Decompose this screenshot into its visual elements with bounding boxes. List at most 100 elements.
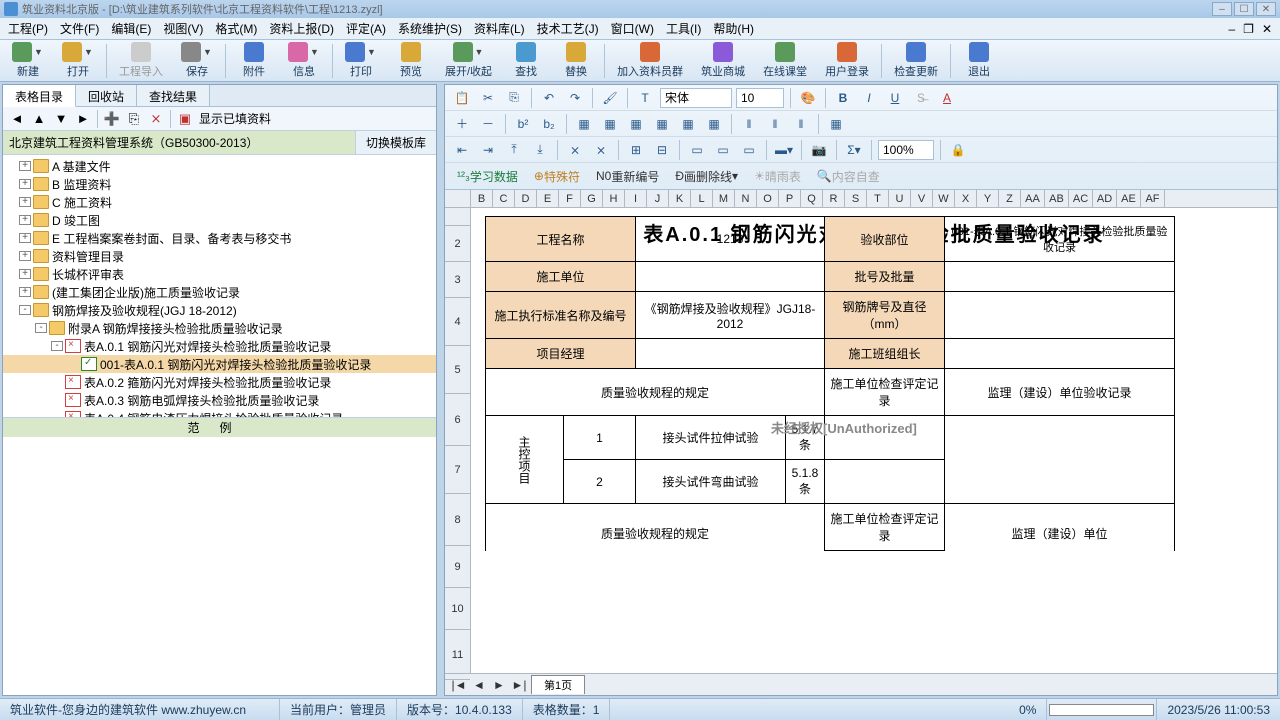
font-select[interactable]: 宋体 <box>660 88 732 108</box>
row-header[interactable]: 5 <box>445 346 470 394</box>
col-header[interactable]: AC <box>1069 190 1093 207</box>
col-header[interactable]: B <box>471 190 493 207</box>
nav-down-icon[interactable]: ▼ <box>53 111 69 127</box>
menu-edit[interactable]: 编辑(E) <box>111 20 151 37</box>
sheet-last-icon[interactable]: ►| <box>511 678 527 692</box>
renumber-button[interactable]: N0 重新编号 <box>590 166 665 186</box>
fontcolor2-icon[interactable]: A <box>936 88 958 108</box>
border3-icon[interactable]: ▭ <box>738 140 760 160</box>
row-header[interactable]: 4 <box>445 298 470 346</box>
menu-window[interactable]: 窗口(W) <box>611 20 654 37</box>
tree-node[interactable]: +长城杯评审表 <box>3 265 436 283</box>
tree-node[interactable]: +B 监理资料 <box>3 175 436 193</box>
col-header[interactable]: Q <box>801 190 823 207</box>
tree-node[interactable]: +E 工程档案案卷封面、目录、备考表与移交书 <box>3 229 436 247</box>
split-icon[interactable]: ⊟ <box>651 140 673 160</box>
tree-node[interactable]: -表A.0.1 钢筋闪光对焊接头检验批质量验收记录 <box>3 337 436 355</box>
col-header[interactable]: S <box>845 190 867 207</box>
plus-icon[interactable]: ＋ <box>451 114 473 134</box>
ins-down-icon[interactable]: ⤓ <box>529 140 551 160</box>
row-header[interactable]: 2 <box>445 226 470 262</box>
col-header[interactable]: C <box>493 190 515 207</box>
close-button[interactable]: ✕ <box>1256 2 1276 16</box>
col-header[interactable]: T <box>867 190 889 207</box>
strikethrough-button[interactable]: Ð 画删除线 ▾ <box>669 166 744 186</box>
menu-help[interactable]: 帮助(H) <box>713 20 754 37</box>
undo-icon[interactable]: ↶ <box>538 88 560 108</box>
col-header[interactable]: R <box>823 190 845 207</box>
col-header[interactable]: AE <box>1117 190 1141 207</box>
row-header[interactable]: 8 <box>445 494 470 546</box>
toolbar-加入资料员群[interactable]: 加入资料员群 <box>611 40 689 81</box>
menu-maintain[interactable]: 系统维护(S) <box>398 20 462 37</box>
minus-icon[interactable]: － <box>477 114 499 134</box>
nav-back-icon[interactable]: ◄ <box>9 111 25 127</box>
toolbar-新建[interactable]: ▼新建 <box>6 40 50 81</box>
tree-node[interactable]: +D 竣工图 <box>3 211 436 229</box>
valign2-icon[interactable]: ‖ <box>764 114 786 134</box>
toolbar-附件[interactable]: 附件 <box>232 40 276 81</box>
col-header[interactable]: F <box>559 190 581 207</box>
mdi-close-button[interactable]: ✕ <box>1262 22 1272 36</box>
align4-icon[interactable]: ▦ <box>651 114 673 134</box>
toolbar-展开/收起[interactable]: ▼展开/收起 <box>439 40 498 81</box>
tab-catalog[interactable]: 表格目录 <box>3 85 76 107</box>
nav-up-icon[interactable]: ▲ <box>31 111 47 127</box>
toolbar-用户登录[interactable]: 用户登录 <box>819 40 875 81</box>
merge-icon[interactable]: ⊞ <box>625 140 647 160</box>
study-data-button[interactable]: ¹²₃ 学习数据 <box>451 166 524 186</box>
zoom-select[interactable]: 100% <box>878 140 934 160</box>
minimize-button[interactable]: – <box>1212 2 1232 16</box>
col-header[interactable]: I <box>625 190 647 207</box>
col-header[interactable]: J <box>647 190 669 207</box>
superscript-icon[interactable]: b² <box>512 114 534 134</box>
maximize-button[interactable]: ☐ <box>1234 2 1254 16</box>
paste-icon[interactable]: 📋 <box>451 88 473 108</box>
col-header[interactable]: AF <box>1141 190 1165 207</box>
fill-icon[interactable]: ▬▾ <box>773 140 795 160</box>
row-header[interactable]: 7 <box>445 446 470 494</box>
menu-library[interactable]: 资料库(L) <box>474 20 525 37</box>
toolbar-检查更新[interactable]: 检查更新 <box>888 40 944 81</box>
nav-forward-icon[interactable]: ► <box>75 111 91 127</box>
ins-left-icon[interactable]: ⇤ <box>451 140 473 160</box>
bold-icon[interactable]: B <box>832 88 854 108</box>
ins-up-icon[interactable]: ⤒ <box>503 140 525 160</box>
menu-format[interactable]: 格式(M) <box>215 20 257 37</box>
col-header[interactable]: G <box>581 190 603 207</box>
grid-icon[interactable]: ▦ <box>825 114 847 134</box>
tab-recycle[interactable]: 回收站 <box>76 85 137 106</box>
col-header[interactable]: O <box>757 190 779 207</box>
cut-icon[interactable]: ✂ <box>477 88 499 108</box>
toolbar-替换[interactable]: 替换 <box>554 40 598 81</box>
toolbar-查找[interactable]: 查找 <box>504 40 548 81</box>
underline-icon[interactable]: U <box>884 88 906 108</box>
tree-node[interactable]: +C 施工资料 <box>3 193 436 211</box>
copy2-icon[interactable]: ⎘ <box>503 88 525 108</box>
tree-node[interactable]: 001-表A.0.1 钢筋闪光对焊接头检验批质量验收记录 <box>3 355 436 373</box>
strike-icon[interactable]: S̶ <box>910 88 932 108</box>
col-header[interactable]: AD <box>1093 190 1117 207</box>
menu-upload[interactable]: 资料上报(D) <box>269 20 334 37</box>
example-row[interactable]: 范例 <box>3 417 436 437</box>
sheet-first-icon[interactable]: |◄ <box>451 678 467 692</box>
fontsize-select[interactable]: 10 <box>736 88 784 108</box>
col-header[interactable]: Z <box>999 190 1021 207</box>
col-header[interactable]: K <box>669 190 691 207</box>
menu-project[interactable]: 工程(P) <box>8 20 48 37</box>
col-header[interactable]: Y <box>977 190 999 207</box>
col-header[interactable]: AA <box>1021 190 1045 207</box>
tree-node[interactable]: +资料管理目录 <box>3 247 436 265</box>
menu-view[interactable]: 视图(V) <box>163 20 203 37</box>
sigma-icon[interactable]: Σ▾ <box>843 140 865 160</box>
tree-node[interactable]: +(建工集团企业版)施工质量验收记录 <box>3 283 436 301</box>
menu-tools[interactable]: 工具(I) <box>666 20 701 37</box>
toolbar-信息[interactable]: ▼信息 <box>282 40 326 81</box>
show-filled-label[interactable]: 显示已填资料 <box>199 110 271 127</box>
filter-icon[interactable]: ▣ <box>177 111 193 127</box>
col-header[interactable]: H <box>603 190 625 207</box>
ins-right-icon[interactable]: ⇥ <box>477 140 499 160</box>
tab-search-results[interactable]: 查找结果 <box>137 85 210 106</box>
col-header[interactable]: M <box>713 190 735 207</box>
switch-template-button[interactable]: 切换模板库 <box>356 131 436 154</box>
